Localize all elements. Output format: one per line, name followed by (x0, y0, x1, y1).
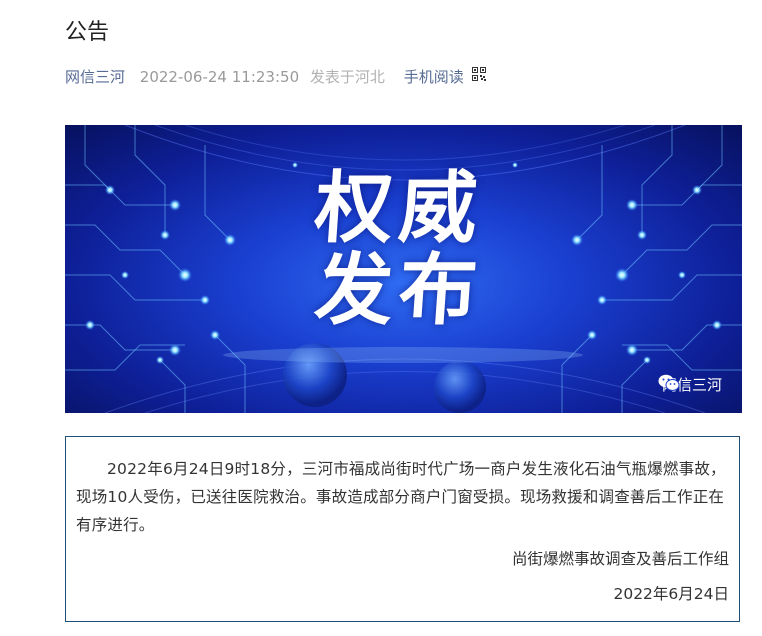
article-page: 公告 网信三河 2022-06-24 11:23:50 发表于河北 手机阅读 权… (0, 0, 762, 636)
mobile-read-link[interactable]: 手机阅读 (404, 68, 464, 86)
banner-headline-line1: 权威 (311, 164, 487, 254)
notice-signature: 尚街爆燃事故调查及善后工作组 (511, 550, 729, 568)
notice-date: 2022年6月24日 (613, 585, 729, 603)
publish-location: 发表于河北 (309, 68, 385, 86)
banner-headline-line2: 发布 (311, 246, 487, 336)
notice-body: 2022年6月24日9时18分，三河市福成尚街时代广场一商户发生液化石油气瓶爆燃… (76, 460, 726, 534)
article-meta: 网信三河 2022-06-24 11:23:50 发表于河北 手机阅读 (65, 65, 487, 88)
qr-code-icon[interactable] (472, 65, 487, 87)
publish-time: 2022-06-24 11:23:50 (139, 68, 300, 86)
authority-release-banner: 权威 发布 网信三河 (65, 125, 742, 413)
article-title: 公告 (65, 20, 110, 45)
banner-watermark: 网信三河 (658, 374, 722, 395)
notice-box: 2022年6月24日9时18分，三河市福成尚街时代广场一商户发生液化石油气瓶爆燃… (65, 436, 740, 622)
account-name-link[interactable]: 网信三河 (65, 68, 125, 86)
